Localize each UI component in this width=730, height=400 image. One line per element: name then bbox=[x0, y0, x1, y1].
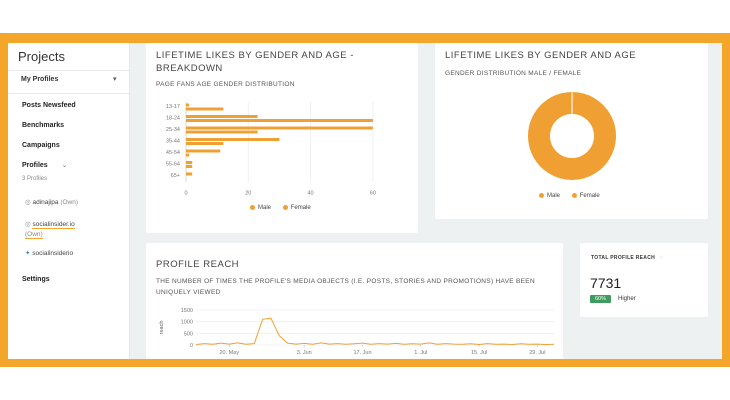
change-text: Higher bbox=[618, 296, 636, 302]
bar-female bbox=[186, 165, 193, 168]
profile-item[interactable]: ◎ adinajipa (Own) bbox=[25, 198, 78, 206]
breakdown-card: LIFETIME LIKES BY GENDER AND AGE - BREAK… bbox=[146, 43, 418, 233]
bar-male bbox=[186, 103, 190, 107]
x-tick-label: 0 bbox=[184, 191, 187, 197]
x-tick-label: 60 bbox=[370, 191, 376, 197]
caret-down-icon: ▾ bbox=[113, 76, 117, 83]
gender-card: LIFETIME LIKES BY GENDER AND AGE GENDER … bbox=[435, 43, 708, 219]
change-badge: 60% bbox=[590, 295, 612, 303]
nav-settings[interactable]: Settings bbox=[22, 276, 50, 283]
bar-male bbox=[186, 161, 193, 164]
gender-title: LIFETIME LIKES BY GENDER AND AGE bbox=[445, 50, 637, 61]
x-tick-label: 17. Jun bbox=[353, 350, 371, 356]
legend-male[interactable]: Male bbox=[539, 193, 560, 199]
x-tick-label: 29. Jul bbox=[529, 350, 545, 356]
gender-subtitle: GENDER DISTRIBUTION MALE / FEMALE bbox=[445, 70, 582, 77]
profiles-count: 3 Profiles bbox=[22, 176, 48, 182]
y-axis-label: reach bbox=[159, 321, 165, 335]
x-tick-label: 20. May bbox=[220, 350, 240, 356]
total-reach-card: TOTAL PROFILE REACH ○ 7731 60% Higher bbox=[580, 243, 708, 317]
total-reach-value: 7731 bbox=[590, 275, 622, 291]
profile-reach-subtitle: THE NUMBER OF TIMES THE PROFILE'S MEDIA … bbox=[156, 278, 535, 296]
profile-item-active[interactable]: ◎ socialinsider.io (Own) bbox=[25, 220, 75, 240]
legend-dot bbox=[250, 205, 255, 210]
y-tick-label: 45-54 bbox=[166, 150, 180, 156]
sidebar-title: Projects bbox=[18, 49, 65, 64]
nav-profiles-label: Profiles bbox=[22, 162, 48, 169]
y-tick-label: 500 bbox=[184, 331, 193, 337]
legend-female-label: Female bbox=[290, 205, 311, 212]
gender-donut-chart bbox=[528, 92, 616, 180]
y-tick-label: 55-64 bbox=[166, 162, 180, 168]
legend-female[interactable]: Female bbox=[282, 205, 311, 212]
total-reach-label-text: TOTAL PROFILE REACH bbox=[591, 255, 656, 261]
x-tick-label: 3. Jun bbox=[297, 350, 312, 356]
twitter-icon: ✦ bbox=[25, 250, 31, 257]
bar-female bbox=[186, 142, 224, 145]
x-tick-label: 40 bbox=[308, 191, 314, 197]
reach-line-chart: reach 0 500 1000 1500 20. May 3. Jun 17. Jun 1. … bbox=[159, 308, 555, 356]
nav-campaigns[interactable]: Campaigns bbox=[22, 142, 60, 149]
nav-benchmarks[interactable]: Benchmarks bbox=[22, 122, 64, 129]
bar-female bbox=[186, 119, 373, 122]
profile-name: adinajipa bbox=[32, 199, 59, 206]
y-tick-label: 0 bbox=[190, 343, 193, 349]
my-profiles-dropdown[interactable]: My Profiles ▾ bbox=[8, 70, 129, 94]
profile-reach-title: PROFILE REACH bbox=[156, 259, 240, 270]
y-tick-label: 1500 bbox=[181, 308, 193, 314]
bar-female bbox=[186, 107, 224, 111]
info-icon[interactable]: ○ bbox=[660, 255, 663, 261]
bar-legend: Male Female bbox=[250, 205, 321, 211]
y-tick-label: 25-34 bbox=[166, 127, 180, 133]
bar-male bbox=[186, 172, 193, 176]
chevron-down-icon[interactable]: ⌄ bbox=[62, 162, 68, 169]
sidebar: Projects My Profiles ▾ Posts Newsfeed Be… bbox=[8, 43, 130, 359]
legend-male-label: Male bbox=[547, 193, 561, 200]
profile-own: (Own) bbox=[60, 199, 79, 206]
profile-own: (Own) bbox=[25, 231, 43, 239]
my-profiles-label: My Profiles bbox=[21, 76, 59, 83]
profile-item[interactable]: ✦ socialinsiderio bbox=[25, 249, 73, 257]
bar-male bbox=[186, 126, 373, 130]
bar-male bbox=[186, 149, 221, 153]
nav-posts-newsfeed[interactable]: Posts Newsfeed bbox=[22, 102, 76, 109]
legend-male-label: Male bbox=[258, 205, 272, 212]
breakdown-title: LIFETIME LIKES BY GENDER AND AGE - BREAK… bbox=[156, 50, 354, 74]
x-tick-label: 20 bbox=[245, 191, 251, 197]
legend-male[interactable]: Male bbox=[250, 205, 271, 211]
bar-male bbox=[186, 115, 258, 118]
dashboard: Projects My Profiles ▾ Posts Newsfeed Be… bbox=[8, 43, 722, 359]
profile-name: socialinsider.io bbox=[32, 221, 75, 229]
profile-name: socialinsiderio bbox=[32, 250, 74, 257]
profile-reach-card: PROFILE REACH THE NUMBER OF TIMES THE PR… bbox=[146, 243, 563, 359]
x-tick-label: 15. Jul bbox=[471, 350, 487, 356]
legend-female[interactable]: Female bbox=[571, 193, 600, 200]
y-tick-label: 18-24 bbox=[166, 116, 180, 122]
legend-dot bbox=[539, 193, 544, 198]
y-tick-label: 35-44 bbox=[166, 139, 180, 145]
legend-dot bbox=[282, 205, 288, 210]
nav-profiles[interactable]: Profiles ⌄ bbox=[22, 161, 68, 169]
y-tick-label: 65+ bbox=[171, 173, 180, 179]
bar-female bbox=[186, 153, 190, 157]
donut-legend: Male Female bbox=[539, 193, 610, 199]
instagram-icon: ◎ bbox=[25, 199, 31, 206]
legend-female-label: Female bbox=[579, 193, 600, 200]
age-gender-bar-chart: 0 20 40 60 13-17 18-24 25-34 35-44 45-54 55-64 65+ bbox=[166, 102, 376, 197]
instagram-icon: ◎ bbox=[25, 221, 31, 228]
total-reach-label: TOTAL PROFILE REACH ○ bbox=[591, 255, 663, 261]
y-tick-label: 13-17 bbox=[166, 104, 180, 110]
x-tick-label: 1. Jul bbox=[414, 350, 427, 356]
y-tick-label: 1000 bbox=[181, 320, 193, 326]
legend-dot bbox=[571, 193, 577, 198]
bar-female bbox=[186, 130, 258, 134]
bar-male bbox=[186, 138, 280, 141]
reach-line bbox=[195, 317, 555, 346]
breakdown-subtitle: PAGE FANS AGE GENDER DISTRIBUTION bbox=[156, 81, 295, 88]
